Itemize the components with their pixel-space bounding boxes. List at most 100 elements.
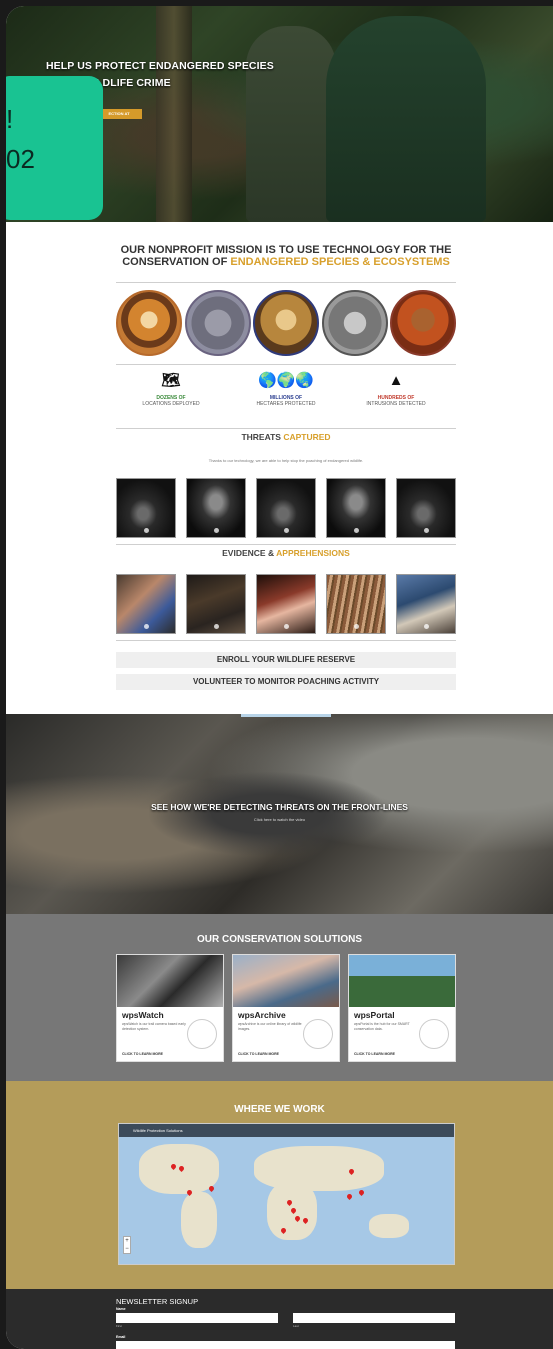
map-zoom-control[interactable]: + − xyxy=(123,1236,131,1254)
name-label: Name xyxy=(116,1307,126,1311)
play-icon xyxy=(144,624,149,629)
play-icon xyxy=(354,624,359,629)
threats-title-part1: THREATS xyxy=(241,432,284,442)
email-input[interactable] xyxy=(116,1341,455,1349)
evidence-thumbnail[interactable] xyxy=(116,574,176,634)
map-pin[interactable] xyxy=(357,1188,366,1197)
play-icon xyxy=(354,528,359,533)
divider xyxy=(116,282,456,283)
evidence-title-highlight: APPREHENSIONS xyxy=(276,548,350,558)
evidence-thumbnail[interactable] xyxy=(326,574,386,634)
last-name-input[interactable] xyxy=(293,1313,455,1323)
orangutan-image xyxy=(390,290,456,356)
evidence-thumbnail[interactable] xyxy=(186,574,246,634)
play-icon xyxy=(284,624,289,629)
play-icon xyxy=(284,528,289,533)
card-name: wpsWatch xyxy=(122,1010,164,1020)
mission-title-highlight: ENDANGERED SPECIES & ECOSYSTEMS xyxy=(230,256,450,268)
seal-icon xyxy=(187,1019,217,1049)
world-map[interactable]: Wildlife Protection Solutions + − xyxy=(118,1123,455,1265)
evidence-title-part1: EVIDENCE & xyxy=(222,548,277,558)
page-frame: HELP US PROTECT ENDANGERED SPECIES LDLIF… xyxy=(6,6,553,1349)
email-label: Email xyxy=(116,1335,126,1339)
threat-thumbnail[interactable] xyxy=(186,478,246,538)
threat-thumbnail[interactable] xyxy=(326,478,386,538)
card-learn-more[interactable]: CLICK TO LEARN MORE xyxy=(238,1052,279,1056)
solution-card-wpsarchive[interactable]: wpsArchive wpsArchive is our online libr… xyxy=(232,954,340,1062)
stat-hectares-caption: HECTARES PROTECTED xyxy=(256,401,316,407)
stats-row: 🗺 DOZENS OF LOCATIONS DEPLOYED 🌎🌍🌏 MILLI… xyxy=(116,372,456,422)
volunteer-button[interactable]: VOLUNTEER TO MONITOR POACHING ACTIVITY xyxy=(116,674,456,690)
card-image xyxy=(349,955,455,1007)
hero-ranger-front xyxy=(326,16,486,222)
evidence-gallery xyxy=(116,574,456,634)
enroll-reserve-button[interactable]: ENROLL YOUR WILDLIFE RESERVE xyxy=(116,652,456,668)
divider xyxy=(116,364,456,365)
seal-icon xyxy=(303,1019,333,1049)
hero-ranger xyxy=(246,26,336,222)
play-icon xyxy=(424,624,429,629)
stat-intrusions: ▲ HUNDREDS OF INTRUSIONS DETECTED xyxy=(341,372,451,407)
card-name: wpsPortal xyxy=(354,1010,395,1020)
warning-icon: ▲ xyxy=(388,372,404,389)
divider xyxy=(116,428,456,429)
map-icon: 🗺 xyxy=(161,372,181,389)
threat-thumbnail[interactable] xyxy=(396,478,456,538)
solution-card-wpswatch[interactable]: wpsWatch wpsWatch is our trail camera ba… xyxy=(116,954,224,1062)
card-learn-more[interactable]: CLICK TO LEARN MORE xyxy=(354,1052,395,1056)
solution-card-wpsportal[interactable]: wpsPortal wpsPortal is the hub for our S… xyxy=(348,954,456,1062)
seal-icon xyxy=(419,1019,449,1049)
card-learn-more[interactable]: CLICK TO LEARN MORE xyxy=(122,1052,163,1056)
newsletter-section: NEWSLETTER SIGNUP Name First Last Email xyxy=(6,1289,553,1349)
first-name-label: First xyxy=(116,1324,122,1328)
card-description: wpsWatch is our trail camera based early… xyxy=(122,1022,186,1031)
play-icon xyxy=(144,528,149,533)
video-subtitle[interactable]: Click here to watch the video xyxy=(6,817,553,822)
mission-title-part1: OUR NONPROFIT MISSION IS TO USE TECHNOLO… xyxy=(120,244,452,256)
video-accent-bar xyxy=(241,714,331,717)
stat-locations: 🗺 DOZENS OF LOCATIONS DEPLOYED xyxy=(116,372,226,407)
mission-title-part2: CONSERVATION OF xyxy=(122,256,231,268)
threat-gallery xyxy=(116,478,456,538)
last-name-label: Last xyxy=(293,1324,299,1328)
play-icon xyxy=(214,624,219,629)
stat-locations-caption: LOCATIONS DEPLOYED xyxy=(142,401,200,407)
card-name: wpsArchive xyxy=(238,1010,286,1020)
card-description: wpsArchive is our online library of wild… xyxy=(238,1022,302,1031)
map-land-south-america xyxy=(181,1192,217,1248)
video-section[interactable]: SEE HOW WE'RE DETECTING THREATS ON THE F… xyxy=(6,714,553,914)
hero-title-line1: HELP US PROTECT ENDANGERED SPECIES xyxy=(46,60,274,72)
card-image xyxy=(117,955,223,1007)
video-title: SEE HOW WE'RE DETECTING THREATS ON THE F… xyxy=(151,802,408,812)
map-pin[interactable] xyxy=(345,1192,354,1201)
animal-row xyxy=(116,290,456,358)
stat-hectares: 🌎🌍🌏 MILLIONS OF HECTARES PROTECTED xyxy=(231,372,341,407)
overlay-badge: ! 02 xyxy=(6,76,103,220)
threats-description: Thanks to our technology, we are able to… xyxy=(208,458,364,463)
play-icon xyxy=(424,528,429,533)
threat-thumbnail[interactable] xyxy=(256,478,316,538)
mission-section: OUR NONPROFIT MISSION IS TO USE TECHNOLO… xyxy=(6,222,553,714)
solutions-title: OUR CONSERVATION SOLUTIONS xyxy=(196,934,362,945)
elephant-image xyxy=(184,290,251,356)
where-title: WHERE WE WORK xyxy=(234,1104,325,1115)
stat-intrusions-caption: INTRUSIONS DETECTED xyxy=(366,401,426,407)
tiger-image xyxy=(116,290,182,356)
map-land-eurasia xyxy=(254,1146,384,1191)
where-we-work-section: WHERE WE WORK Wildlife Protection Soluti… xyxy=(6,1081,553,1289)
map-pin[interactable] xyxy=(207,1184,216,1193)
play-icon xyxy=(214,528,219,533)
badge-line2: 02 xyxy=(6,144,35,174)
threat-thumbnail[interactable] xyxy=(116,478,176,538)
threats-title-highlight: CAPTURED xyxy=(283,432,331,442)
evidence-title: EVIDENCE & APPREHENSIONS xyxy=(116,548,456,558)
divider xyxy=(116,640,456,641)
evidence-thumbnail[interactable] xyxy=(256,574,316,634)
card-image xyxy=(233,955,339,1007)
divider xyxy=(116,544,456,545)
globe-icon: 🌎🌍🌏 xyxy=(257,372,315,389)
first-name-input[interactable] xyxy=(116,1313,278,1323)
hero-tree xyxy=(156,6,192,222)
map-title: Wildlife Protection Solutions xyxy=(119,1124,454,1137)
evidence-thumbnail[interactable] xyxy=(396,574,456,634)
